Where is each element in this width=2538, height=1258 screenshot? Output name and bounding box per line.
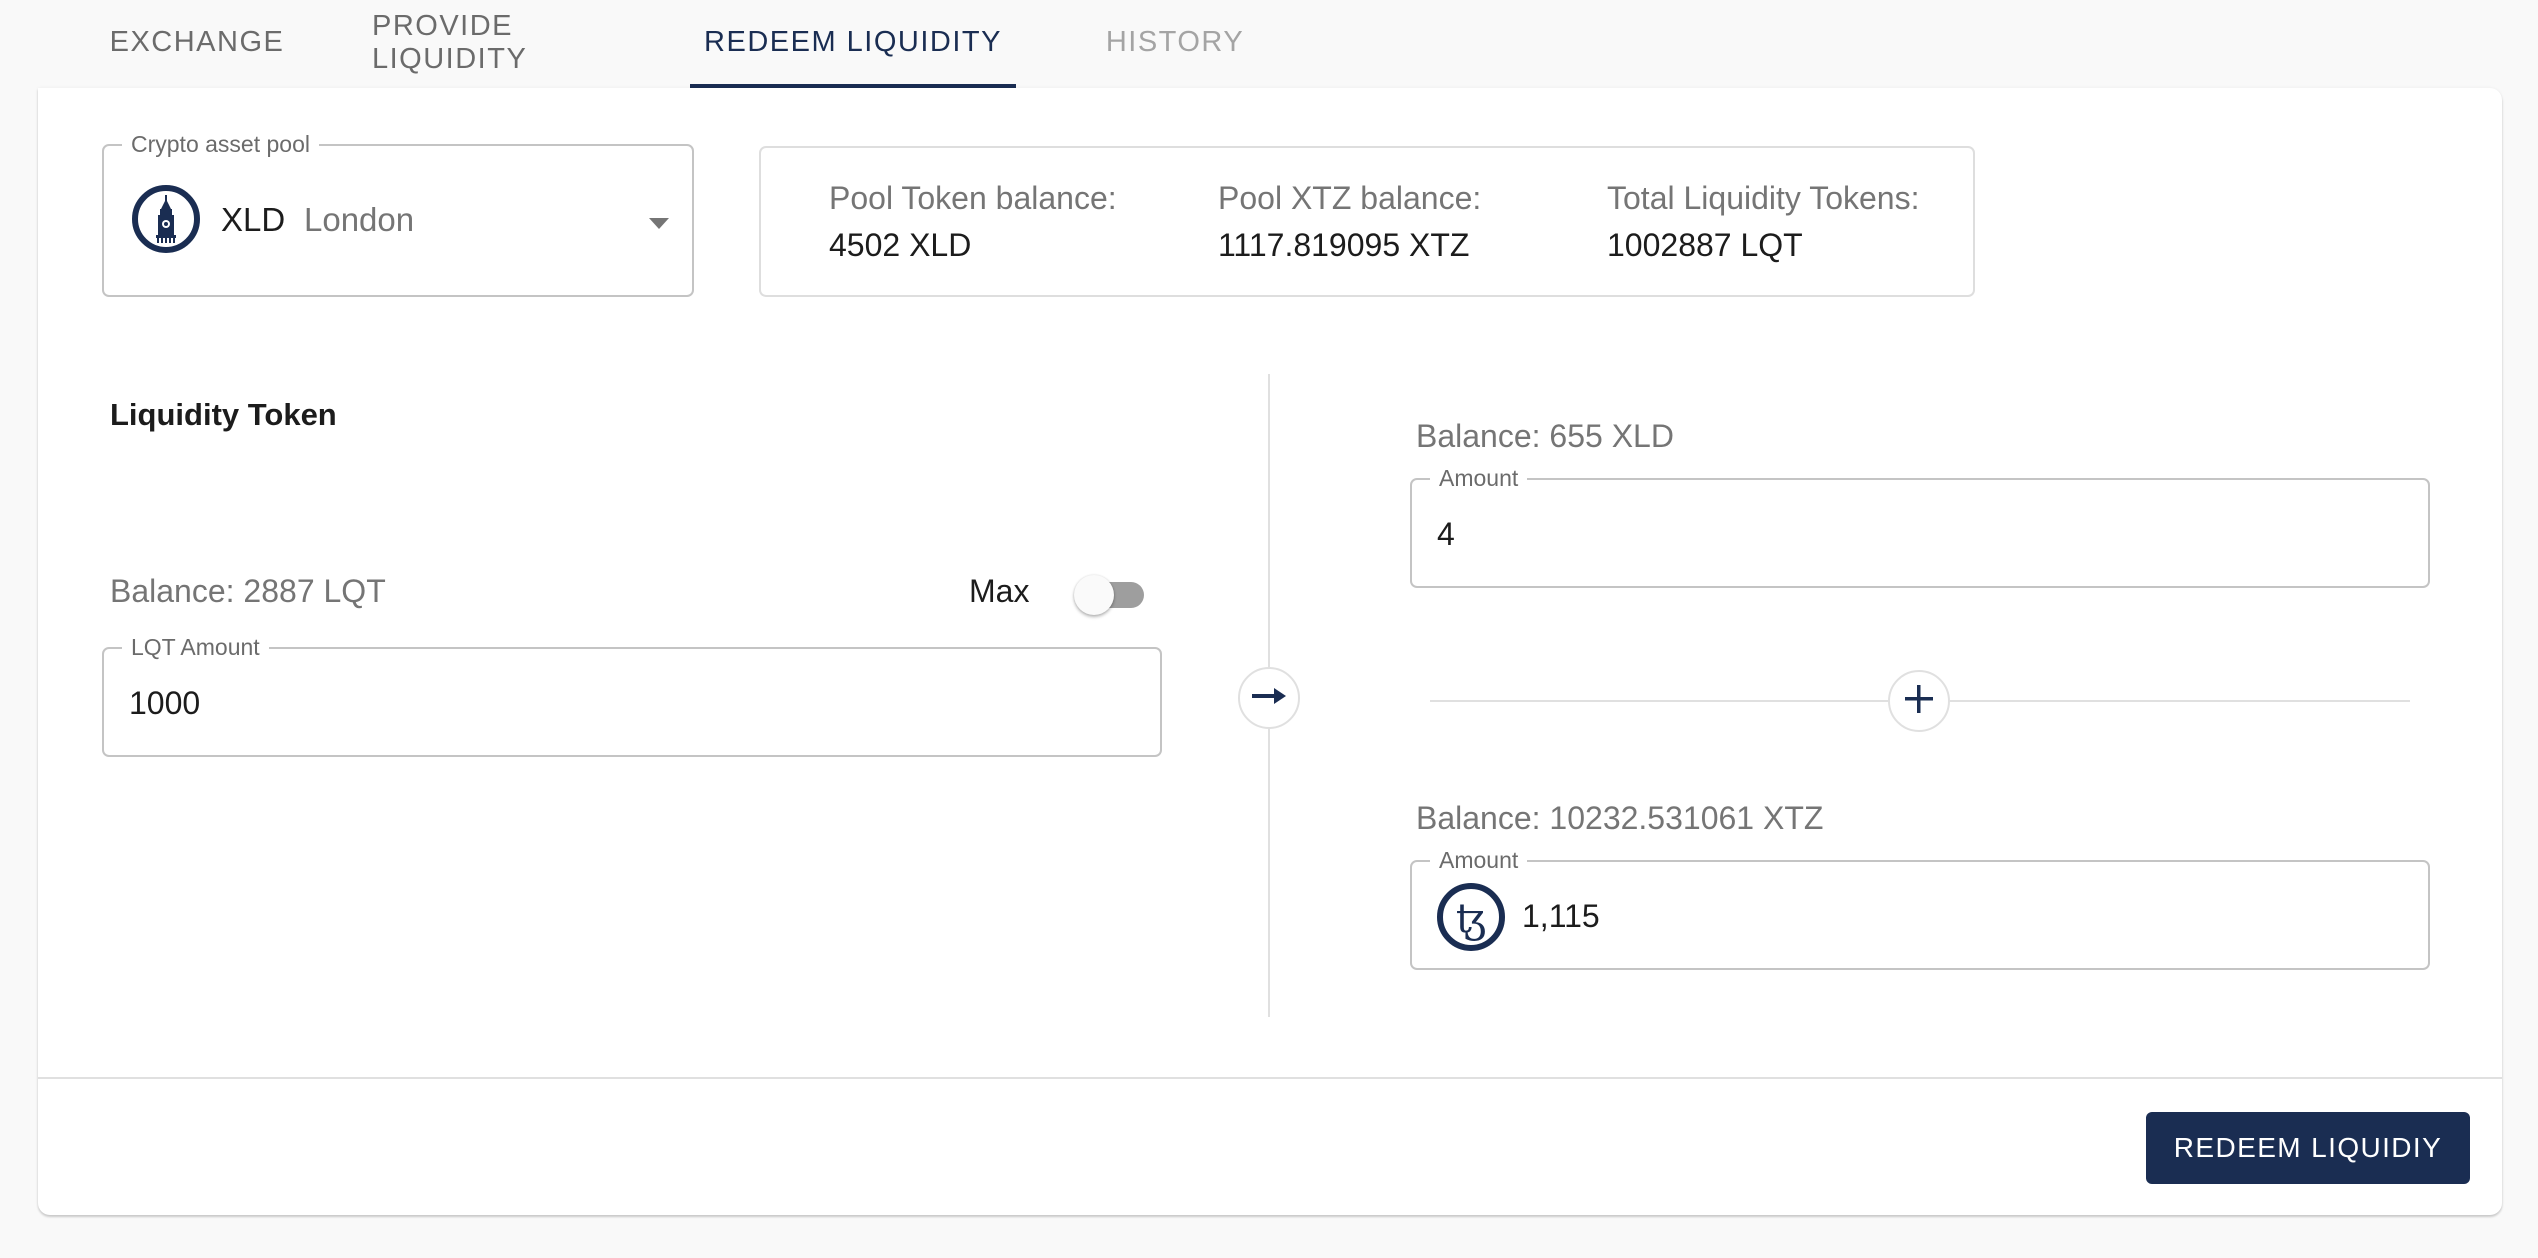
lqt-balance: Balance: 2887 LQT [110, 573, 386, 609]
chevron-down-icon [649, 218, 669, 229]
pool-stats-box: Pool Token balance: 4502 XLD Pool XTZ ba… [759, 146, 1975, 297]
crypto-asset-pool-select[interactable]: Crypto asset pool XLD London [102, 131, 694, 297]
liquidity-token-heading: Liquidity Token [110, 397, 337, 432]
footer-divider [38, 1077, 2502, 1079]
tab-exchange[interactable]: EXCHANGE [92, 0, 302, 85]
page: EXCHANGE PROVIDE LIQUIDITY REDEEM LIQUID… [0, 0, 2538, 1258]
toggle-thumb [1074, 575, 1114, 615]
redeem-liquidity-button[interactable]: REDEEM LIQUIDIY [2146, 1112, 2470, 1184]
arrow-right-icon [1252, 687, 1286, 710]
tab-history[interactable]: HISTORY [1090, 0, 1260, 85]
stat-label: Pool XTZ balance: [1218, 180, 1482, 216]
lqt-amount-input[interactable] [129, 685, 1080, 722]
xtz-amount-legend: Amount [1430, 847, 1528, 873]
stat-value: 4502 XLD [829, 227, 972, 263]
lqt-amount-field[interactable]: LQT Amount [102, 634, 1162, 757]
tezos-icon: ꜩ [1436, 882, 1506, 952]
max-label: Max [969, 573, 1030, 609]
tab-bar: EXCHANGE PROVIDE LIQUIDITY REDEEM LIQUID… [0, 0, 1300, 88]
total-liquidity-tokens-stat: Total Liquidity Tokens: 1002887 LQT [1607, 178, 1919, 265]
token-amount-input[interactable] [1437, 516, 2352, 553]
redeem-liquidity-card: Crypto asset pool XLD London Pool Token … [38, 88, 2502, 1215]
token-amount-legend: Amount [1430, 465, 1528, 491]
stat-value: 1002887 LQT [1607, 227, 1803, 263]
tab-provide-liquidity[interactable]: PROVIDE LIQUIDITY [372, 0, 672, 85]
max-toggle[interactable] [1074, 572, 1150, 616]
token-amount-field[interactable]: Amount [1410, 465, 2430, 588]
big-ben-clock-tower-icon [130, 183, 202, 255]
svg-text:ꜩ: ꜩ [1456, 896, 1486, 942]
pool-symbol: XLD [221, 201, 286, 238]
pool-select-legend: Crypto asset pool [122, 131, 319, 157]
xtz-amount-field[interactable]: Amount ꜩ [1410, 847, 2437, 970]
token-balance: Balance: 655 XLD [1416, 418, 1674, 454]
stat-value: 1117.819095 XTZ [1218, 227, 1470, 263]
xtz-balance: Balance: 10232.531061 XTZ [1416, 800, 1824, 836]
stat-label: Total Liquidity Tokens: [1607, 180, 1920, 216]
xtz-amount-input[interactable] [1522, 898, 2437, 935]
plus-icon [1904, 684, 1934, 719]
lqt-amount-legend: LQT Amount [122, 634, 269, 660]
pool-xtz-balance-stat: Pool XTZ balance: 1117.819095 XTZ [1218, 178, 1481, 265]
pool-token-balance-stat: Pool Token balance: 4502 XLD [829, 178, 1117, 265]
pool-name: London [304, 201, 415, 238]
arrow-right-button[interactable] [1238, 667, 1300, 729]
tab-redeem-liquidity[interactable]: REDEEM LIQUIDITY [690, 0, 1016, 85]
plus-button[interactable] [1888, 670, 1950, 732]
stat-label: Pool Token balance: [829, 180, 1117, 216]
